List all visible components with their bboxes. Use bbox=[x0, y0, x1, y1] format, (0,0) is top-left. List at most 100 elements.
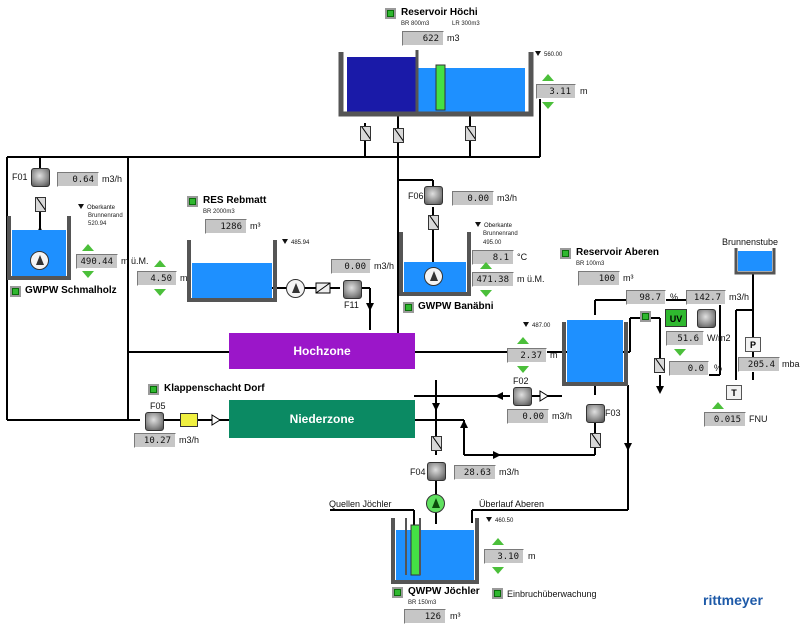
joechler-level: 3.10 bbox=[484, 549, 524, 564]
status-indicator-aberen[interactable] bbox=[560, 248, 571, 259]
einbruchueberwachung-label: Einbruchüberwachung bbox=[507, 589, 597, 599]
schmalholz-mark: 520.94 bbox=[88, 221, 107, 227]
meter-f04-label: F04 bbox=[410, 467, 426, 477]
valve-aberen-icon[interactable] bbox=[590, 433, 601, 448]
brunnenstube-turbidity: 0.015 bbox=[704, 412, 746, 427]
res-rebmatt-br: BR 2000m3 bbox=[203, 209, 235, 215]
uv-flow: 142.7 bbox=[686, 290, 726, 305]
flowmeter-uv-icon[interactable] bbox=[697, 309, 716, 328]
valve-hoechi-3-icon[interactable] bbox=[465, 126, 476, 141]
flowmeter-f03-icon[interactable] bbox=[586, 404, 605, 423]
hochzone-block[interactable]: Hochzone bbox=[229, 333, 415, 369]
uv-flow-unit: m3/h bbox=[729, 292, 750, 302]
schmalholz-note2: Brunnenrand bbox=[88, 213, 123, 219]
reservoir-hoechi-volume: 622 bbox=[402, 31, 444, 46]
uv-percent2-unit: % bbox=[714, 363, 723, 373]
status-indicator-hoechi[interactable] bbox=[385, 8, 396, 19]
reservoir-hoechi-up-arrow[interactable] bbox=[542, 74, 554, 81]
flowmeter-f06-icon[interactable] bbox=[424, 186, 443, 205]
reservoir-hoechi-down-arrow[interactable] bbox=[542, 102, 554, 109]
uv-down-arrow[interactable] bbox=[674, 349, 686, 356]
reservoir-aberen-level-mark: 487.00 bbox=[523, 322, 550, 329]
valve-joechler-icon[interactable] bbox=[431, 436, 442, 451]
reservoir-hoechi-level-mark: 560.00 bbox=[535, 51, 562, 58]
pump-rebmatt-icon[interactable] bbox=[286, 279, 305, 298]
qwpw-joechler-volume: 126 bbox=[404, 609, 446, 624]
valve-hoechi-1-icon[interactable] bbox=[360, 126, 371, 141]
res-rebmatt-volume: 1286 bbox=[205, 219, 247, 234]
status-indicator-klappenschacht[interactable] bbox=[148, 384, 159, 395]
gwpw-banaebni-title: GWPW Banäbni bbox=[418, 301, 494, 312]
valve-hoechi-2-icon[interactable] bbox=[393, 128, 404, 143]
banaebni-flow-unit: m3/h bbox=[497, 193, 518, 203]
reservoir-aberen-level: 2.37 bbox=[507, 348, 547, 363]
flap-valve-icon[interactable] bbox=[180, 413, 198, 427]
schmalholz-note1: Oberkante bbox=[78, 204, 115, 211]
uv-irradiance-unit: W/m2 bbox=[707, 333, 731, 343]
reservoir-aberen-br: BR 100m3 bbox=[576, 261, 605, 267]
banaebni-up-arrow[interactable] bbox=[480, 262, 492, 269]
status-indicator-joechler[interactable] bbox=[392, 587, 403, 598]
schmalholz-level: 490.44 bbox=[76, 254, 118, 269]
brunnenstube-up-arrow[interactable] bbox=[712, 402, 724, 409]
res-rebmatt-level: 4.50 bbox=[137, 271, 177, 286]
uv-unit-button[interactable]: UV bbox=[665, 309, 687, 327]
reservoir-aberen-volume-unit: m³ bbox=[623, 273, 634, 283]
pressure-button[interactable]: P bbox=[745, 337, 761, 352]
rebmatt-down-arrow[interactable] bbox=[154, 289, 166, 296]
joechler-up-arrow[interactable] bbox=[492, 538, 504, 545]
status-indicator-rebmatt[interactable] bbox=[187, 196, 198, 207]
meter-f01-label: F01 bbox=[12, 172, 28, 182]
aberen-down-arrow[interactable] bbox=[517, 366, 529, 373]
joechler-flow-unit: m3/h bbox=[499, 467, 520, 477]
status-indicator-einbruch[interactable] bbox=[492, 588, 503, 599]
banaebni-note2: Brunnenrand bbox=[483, 231, 518, 237]
joechler-flow: 28.63 bbox=[454, 465, 496, 480]
joechler-down-arrow[interactable] bbox=[492, 567, 504, 574]
joechler-level-unit: m bbox=[528, 551, 536, 561]
banaebni-flow: 0.00 bbox=[452, 191, 494, 206]
flowmeter-f02-icon[interactable] bbox=[513, 387, 532, 406]
pump-joechler-icon[interactable] bbox=[426, 494, 445, 513]
rebmatt-up-arrow[interactable] bbox=[154, 260, 166, 267]
aberen-up-arrow[interactable] bbox=[517, 337, 529, 344]
pump-banaebni-icon[interactable] bbox=[424, 267, 443, 286]
qwpw-joechler-title: QWPW Jöchler bbox=[408, 586, 480, 597]
banaebni-mark: 495.00 bbox=[483, 240, 502, 246]
valve-uv-icon[interactable] bbox=[654, 358, 665, 373]
brunnenstube-label: Brunnenstube bbox=[722, 237, 779, 247]
uv-irradiance: 51.6 bbox=[666, 331, 704, 346]
uv-percent1: 98.7 bbox=[626, 290, 666, 305]
status-indicator-banaebni[interactable] bbox=[403, 302, 414, 313]
valve-schmalholz-icon[interactable] bbox=[35, 197, 46, 212]
banaebni-down-arrow[interactable] bbox=[480, 290, 492, 297]
flowmeter-f01-icon[interactable] bbox=[31, 168, 50, 187]
flowmeter-f04-icon[interactable] bbox=[427, 462, 446, 481]
joechler-level-mark: 460.50 bbox=[486, 517, 513, 524]
schmalholz-flow: 0.64 bbox=[57, 172, 99, 187]
klappenschacht-title: Klappenschacht Dorf bbox=[164, 383, 265, 394]
ueberlauf-aberen-label: Überlauf Aberen bbox=[479, 499, 545, 509]
res-rebmatt-level-mark: 485.94 bbox=[282, 239, 309, 246]
klappenschacht-flow: 10.27 bbox=[134, 433, 176, 448]
valve-banaebni-icon[interactable] bbox=[428, 215, 439, 230]
pump-schmalholz-icon[interactable] bbox=[30, 251, 49, 270]
schmalholz-level-unit: m ü.M. bbox=[121, 256, 149, 266]
uv-valve-indicator[interactable] bbox=[640, 311, 651, 322]
flowmeter-f11-icon[interactable] bbox=[343, 280, 362, 299]
flowmeter-f05-icon[interactable] bbox=[145, 412, 164, 431]
meter-f05-label: F05 bbox=[150, 401, 166, 411]
reservoir-aberen-volume: 100 bbox=[578, 271, 620, 286]
niederzone-block[interactable]: Niederzone bbox=[229, 400, 415, 438]
meter-f02-label: F02 bbox=[513, 376, 529, 386]
gwpw-schmalholz-title: GWPW Schmalholz bbox=[25, 285, 117, 296]
brunnenstube-turbidity-unit: FNU bbox=[749, 414, 768, 424]
status-indicator-schmalholz[interactable] bbox=[10, 286, 21, 297]
turbidity-button[interactable]: T bbox=[726, 385, 742, 400]
schmalholz-down-arrow[interactable] bbox=[82, 271, 94, 278]
meter-f06-label: F06 bbox=[408, 191, 424, 201]
schmalholz-up-arrow[interactable] bbox=[82, 244, 94, 251]
uv-percent1-unit: % bbox=[670, 292, 679, 302]
brunnenstube-pressure: 205.4 bbox=[738, 357, 780, 372]
uv-percent2: 0.0 bbox=[669, 361, 709, 376]
